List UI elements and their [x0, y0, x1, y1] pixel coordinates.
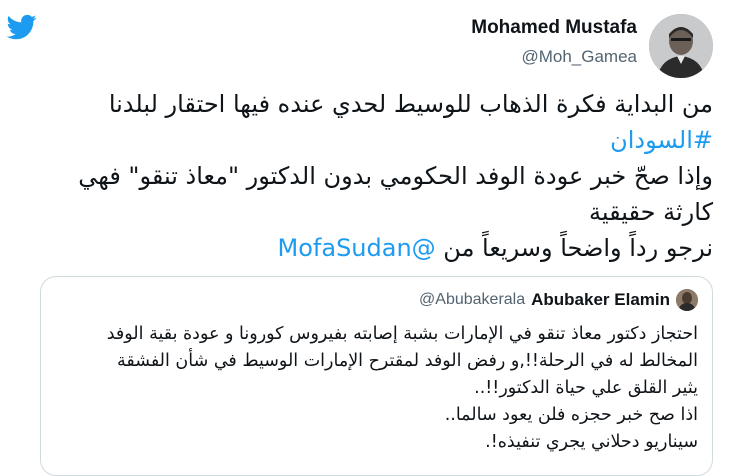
tweet-author[interactable]: Mohamed Mustafa @Moh_Gamea [471, 16, 637, 68]
twitter-bird-icon [6, 14, 37, 40]
quoted-line: المخالط له في الرحلة!!,و رفض الوفد لمقتر… [116, 351, 698, 371]
author-handle[interactable]: @Moh_Gamea [471, 46, 637, 68]
tweet-line: نرجو رداً واضحاً وسريعاً من [435, 234, 713, 262]
quoted-tweet-header[interactable]: @Abubakerala Abubaker Elamin [419, 289, 698, 311]
mention-link[interactable]: @MofaSudan [278, 234, 436, 262]
author-name[interactable]: Mohamed Mustafa [471, 16, 637, 40]
hashtag-link[interactable]: #السودان [610, 126, 713, 154]
quoted-author-handle[interactable]: @Abubakerala [419, 291, 525, 309]
tweet-text: من البداية فكرة الذهاب للوسيط لحدي عنده … [13, 86, 713, 266]
quoted-line: احتجاز دكتور معاذ تنقو في الإمارات بشبة … [106, 324, 698, 344]
tweet-line: كارثة حقيقية [589, 198, 713, 226]
quoted-tweet[interactable]: @Abubakerala Abubaker Elamin احتجاز دكتو… [40, 276, 713, 476]
quoted-line: يثير القلق علي حياة الدكتور!!.. [474, 378, 698, 398]
tweet-line: وإذا صحّ خبر عودة الوفد الحكومي بدون الد… [78, 162, 713, 190]
tweet-line: من البداية فكرة الذهاب للوسيط لحدي عنده … [108, 90, 713, 118]
avatar-image [649, 14, 713, 78]
quoted-author-name[interactable]: Abubaker Elamin [531, 290, 670, 310]
quoted-avatar[interactable] [676, 289, 698, 311]
quoted-tweet-text: احتجاز دكتور معاذ تنقو في الإمارات بشبة … [48, 321, 698, 456]
quoted-line: سيناريو دحلاني يجري تنفيذه!. [485, 432, 698, 452]
quoted-line: اذا صح خبر حجزه فلن يعود سالما.. [444, 405, 698, 425]
avatar[interactable] [649, 14, 713, 78]
